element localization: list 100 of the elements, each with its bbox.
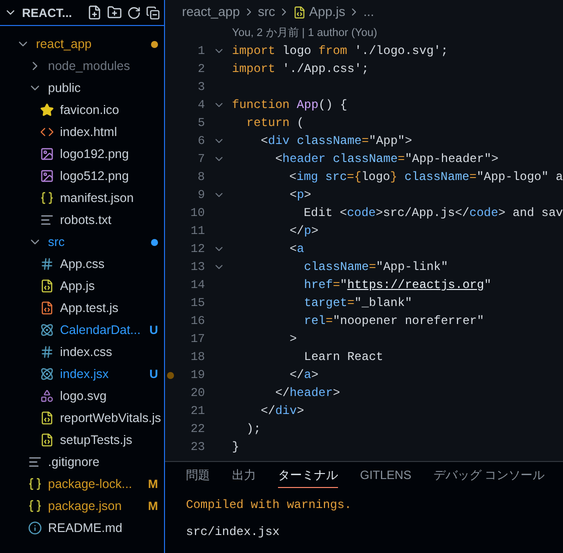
file-item[interactable]: logo.svg [0, 385, 164, 407]
atom-icon [40, 323, 54, 337]
item-label: README.md [48, 520, 124, 537]
line-number: 21 [190, 403, 205, 420]
panel-tab[interactable]: 問題 [186, 466, 210, 488]
panel-tab[interactable]: 出力 [232, 466, 256, 488]
folder-item[interactable]: react_app [0, 33, 164, 55]
file-item[interactable]: package.json M [0, 495, 164, 517]
code-line: </a> [288, 367, 318, 384]
collapse-icon[interactable] [146, 6, 160, 20]
code-line: className="App-link" [303, 259, 448, 276]
panel-tab[interactable]: デバッグ コンソール [433, 466, 545, 488]
item-label: index.jsx [60, 366, 110, 383]
file-item[interactable]: reportWebVitals.js [0, 407, 164, 429]
line-number: 22 [190, 421, 205, 438]
line-number: 11 [190, 223, 205, 240]
line-number: 13 [190, 259, 205, 276]
code-line: Edit <code>src/App.js</code> and sav [302, 205, 563, 222]
code-line: </header> [274, 385, 340, 402]
file-item[interactable]: favicon.ico [0, 99, 164, 121]
file-item[interactable]: setupTests.js [0, 429, 164, 451]
git-status-letter: U [149, 366, 158, 383]
star-icon [40, 103, 54, 117]
folder-item[interactable]: node_modules [0, 55, 164, 77]
atom-icon [40, 367, 54, 381]
code-line: } [232, 439, 240, 456]
line-number: 1 [196, 43, 205, 60]
line-number: 6 [196, 133, 205, 150]
code-line: rel="noopener noreferrer" [303, 313, 484, 330]
code-line: <div className="App"> [260, 133, 412, 150]
refresh-icon[interactable] [127, 6, 141, 20]
code-line: href="https://reactjs.org" [303, 277, 492, 294]
code-line: </div> [260, 403, 304, 420]
folder-item[interactable]: src [0, 231, 164, 253]
line-number: 7 [196, 151, 205, 168]
item-label: robots.txt [60, 212, 112, 229]
line-number: 23 [190, 439, 205, 456]
line-number: 10 [189, 205, 205, 222]
file-item[interactable]: logo512.png [0, 165, 164, 187]
item-label: App.js [60, 278, 96, 295]
js-file-icon [40, 279, 54, 293]
item-label: favicon.ico [60, 102, 120, 119]
item-label: logo192.png [60, 146, 130, 163]
line-number: 8 [196, 169, 205, 186]
item-label: .gitignore [48, 454, 100, 471]
breadcrumb-item[interactable]: src [258, 2, 276, 22]
line-number: 9 [196, 187, 205, 204]
image-icon [40, 169, 54, 183]
line-number: 17 [190, 331, 205, 348]
panel-tab[interactable]: GITLENS [360, 466, 412, 488]
code-line: <a [288, 241, 304, 258]
file-item[interactable]: README.md [0, 517, 164, 539]
panel-tab[interactable]: ターミナル [278, 466, 338, 488]
line-number: 18 [190, 349, 205, 366]
new-file-icon[interactable] [87, 5, 102, 20]
new-folder-icon[interactable] [107, 5, 122, 20]
folder-item[interactable]: public [0, 77, 164, 99]
breadcrumb-item[interactable]: ... [363, 2, 374, 22]
file-item[interactable]: index.css [0, 341, 164, 363]
line-number: 5 [196, 115, 205, 132]
file-item[interactable]: CalendarDat... U [0, 319, 164, 341]
blame-annotation: You, 2 か月前 | 1 author (You) [232, 26, 378, 41]
code-line: <img src={logo} className="App-logo" a [288, 169, 563, 186]
file-item[interactable]: index.html [0, 121, 164, 143]
breadcrumb-item[interactable]: react_app [182, 2, 240, 22]
code-line: <p> [288, 187, 312, 204]
code-line: </p> [288, 223, 318, 240]
line-number: 14 [190, 277, 205, 294]
file-item[interactable]: .gitignore [0, 451, 164, 473]
file-item[interactable]: robots.txt [0, 209, 164, 231]
file-item[interactable]: manifest.json [0, 187, 164, 209]
code-line: ); [245, 421, 261, 438]
item-label: index.css [60, 344, 114, 361]
hash-icon [40, 345, 54, 359]
line-number: 20 [190, 385, 205, 402]
file-item[interactable]: index.jsx U [0, 363, 164, 385]
hash-icon [40, 257, 54, 271]
breadcrumb-item[interactable]: App.js [309, 2, 346, 22]
braces-icon [28, 477, 42, 491]
code-line: import './App.css'; [232, 61, 369, 78]
item-label: App.css [60, 256, 106, 273]
item-label: logo.svg [60, 388, 108, 405]
terminal-line: src/index.jsx [186, 525, 281, 540]
text-lines-icon [40, 213, 54, 227]
item-label: reportWebVitals.js [60, 410, 161, 427]
file-item[interactable]: package-lock... M [0, 473, 164, 495]
code-line: > [288, 331, 297, 348]
js-file-icon [40, 433, 54, 447]
file-item[interactable]: logo192.png [0, 143, 164, 165]
file-item[interactable]: App.css [0, 253, 164, 275]
file-item[interactable]: App.test.js [0, 297, 164, 319]
code-line: import logo from './logo.svg'; [232, 43, 448, 60]
item-label: src [48, 234, 66, 251]
line-number: 12 [190, 241, 205, 258]
git-status-letter: U [149, 322, 158, 339]
item-label: manifest.json [60, 190, 135, 207]
code-line: return ( [245, 115, 304, 132]
text-lines-icon [28, 455, 42, 469]
file-item[interactable]: App.js [0, 275, 164, 297]
code-line: <header className="App-header"> [274, 151, 498, 168]
